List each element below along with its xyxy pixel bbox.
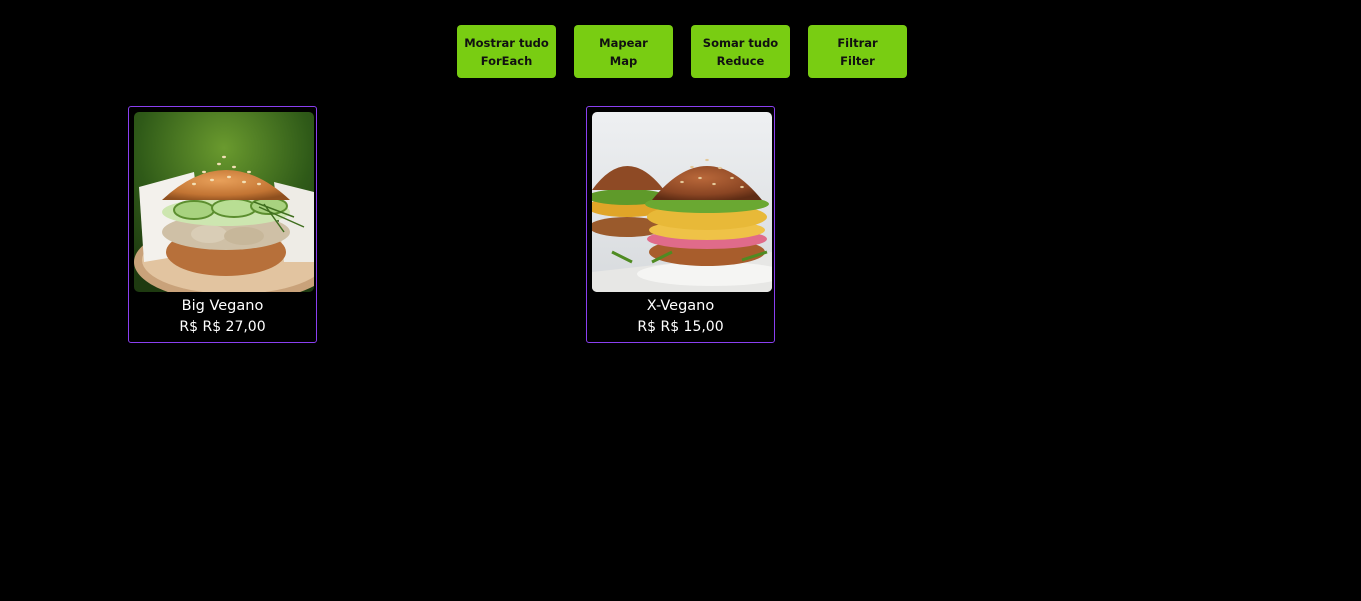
button-label-line1: Mostrar tudo (464, 35, 549, 50)
button-label-line2: ForEach (480, 53, 533, 68)
show-all-foreach-button[interactable]: Mostrar tudo ForEach (457, 25, 556, 78)
product-card: Big Vegano R$ R$ 27,00 (128, 106, 317, 343)
button-label-line1: Mapear (599, 35, 648, 50)
product-image (134, 112, 314, 292)
action-toolbar: Mostrar tudo ForEach Mapear Map Somar tu… (457, 25, 907, 78)
button-label-line2: Filter (840, 53, 875, 68)
product-image (592, 112, 772, 292)
sum-all-reduce-button[interactable]: Somar tudo Reduce (691, 25, 790, 78)
filter-button[interactable]: Filtrar Filter (808, 25, 907, 78)
product-price: R$ R$ 15,00 (637, 319, 724, 335)
map-button[interactable]: Mapear Map (574, 25, 673, 78)
product-price: R$ R$ 27,00 (179, 319, 266, 335)
button-label-line1: Somar tudo (702, 35, 779, 50)
button-label-line2: Reduce (716, 53, 765, 68)
button-label-line1: Filtrar (837, 35, 878, 50)
product-name: X-Vegano (646, 298, 715, 314)
product-name: Big Vegano (181, 298, 264, 314)
button-label-line2: Map (609, 53, 638, 68)
product-card: X-Vegano R$ R$ 15,00 (586, 106, 775, 343)
